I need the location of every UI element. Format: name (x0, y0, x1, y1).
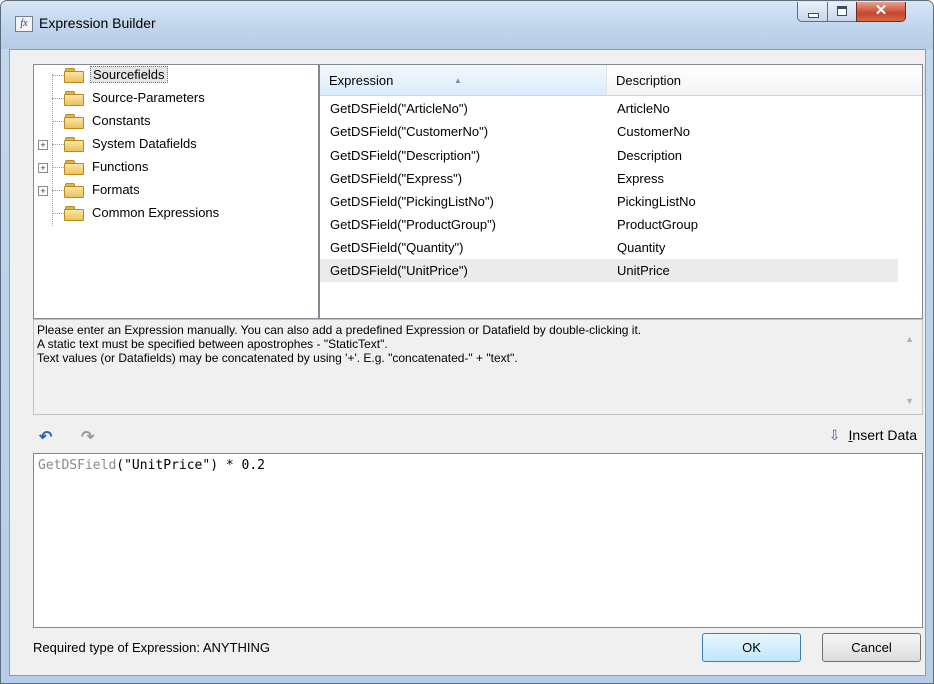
help-text-box: Please enter an Expression manually. You… (33, 319, 923, 415)
folder-icon (64, 183, 84, 198)
insert-data-button[interactable]: ⇩ Insert Data (829, 427, 917, 444)
cancel-button[interactable]: Cancel (822, 633, 921, 662)
description-cell: Express (617, 171, 664, 186)
tree-item-constants[interactable]: Constants (64, 111, 153, 131)
ok-button[interactable]: OK (702, 633, 801, 662)
description-cell: PickingListNo (617, 194, 696, 209)
minimize-icon (808, 13, 819, 18)
expression-function: GetDSField (38, 458, 117, 473)
tree-item-label: System Datafields (92, 136, 197, 151)
expression-cell: GetDSField("UnitPrice") (330, 263, 468, 278)
column-header-expression[interactable]: ▲ Expression (320, 65, 607, 95)
folder-icon (64, 137, 84, 152)
help-line: Please enter an Expression manually. You… (37, 323, 642, 337)
list-row[interactable]: GetDSField("CustomerNo") CustomerNo (320, 120, 898, 143)
dialog-body: Sourcefields Source-Parameters Constants… (9, 49, 926, 676)
tree-connector (52, 213, 64, 214)
expression-cell: GetDSField("Description") (330, 148, 481, 163)
window-title: Expression Builder (39, 15, 156, 31)
list-row-selected[interactable]: GetDSField("UnitPrice") UnitPrice (320, 259, 898, 282)
folder-icon (64, 206, 84, 221)
list-header: ▲ Expression Description (320, 65, 925, 96)
list-row[interactable]: GetDSField("PickingListNo") PickingListNo (320, 190, 898, 213)
tree-item-source-parameters[interactable]: Source-Parameters (64, 88, 207, 108)
help-text: Please enter an Expression manually. You… (37, 323, 897, 365)
expression-text: GetDSField("UnitPrice") * 0.2 (38, 458, 265, 473)
scroll-up-arrow-icon[interactable]: ▲ (905, 334, 914, 344)
undo-icon[interactable]: ↶ (39, 427, 52, 447)
tree-connector (52, 98, 64, 99)
tree-item-sourcefields[interactable]: Sourcefields (64, 65, 168, 85)
expression-cell: GetDSField("ArticleNo") (330, 101, 468, 116)
expression-cell: GetDSField("ProductGroup") (330, 217, 497, 232)
fx-icon: fx (15, 16, 33, 32)
expand-functions[interactable]: + (38, 163, 48, 173)
tree-item-label: Constants (92, 113, 151, 128)
description-cell: ProductGroup (617, 217, 698, 232)
tree-connector (52, 75, 64, 76)
sort-ascending-icon: ▲ (454, 76, 462, 85)
maximize-button[interactable] (827, 2, 857, 22)
expression-builder-window: fx Expression Builder ✕ Sourcefields Sou… (0, 0, 934, 684)
tree-connector (52, 144, 64, 145)
list-row[interactable]: GetDSField("ProductGroup") ProductGroup (320, 213, 898, 236)
tree-connector (52, 74, 53, 226)
insert-data-label: nsert Data (852, 427, 917, 443)
insert-arrow-icon: ⇩ (828, 427, 841, 443)
description-cell: UnitPrice (617, 263, 670, 278)
expand-formats[interactable]: + (38, 186, 48, 196)
folder-icon (64, 114, 84, 129)
column-header-description[interactable]: Description (607, 65, 925, 95)
tree-item-label: Functions (92, 159, 149, 174)
close-icon: ✕ (874, 2, 888, 19)
expression-cell: GetDSField("Express") (330, 171, 463, 186)
tree-item-label: Source-Parameters (92, 90, 205, 105)
tree-connector (52, 190, 64, 191)
column-header-label: Description (616, 73, 682, 88)
redo-icon[interactable]: ↷ (81, 427, 94, 447)
folder-icon (64, 68, 84, 83)
list-row[interactable]: GetDSField("Description") Description (320, 144, 898, 167)
help-line: Text values (or Datafields) may be conca… (37, 351, 518, 365)
category-tree[interactable]: Sourcefields Source-Parameters Constants… (33, 64, 319, 319)
list-row[interactable]: GetDSField("Express") Express (320, 167, 898, 190)
tree-item-label: Formats (92, 182, 140, 197)
description-cell: Description (617, 148, 683, 163)
column-header-label: Expression (329, 73, 394, 88)
editor-toolbar: ↶ ↷ ⇩ Insert Data (33, 423, 921, 449)
help-line: A static text must be specified between … (37, 337, 388, 351)
required-type-label: Required type of Expression: ANYTHING (33, 640, 270, 655)
minimize-button[interactable] (797, 2, 828, 22)
tree-item-label: Sourcefields (90, 66, 168, 83)
tree-item-label: Common Expressions (92, 205, 220, 220)
description-cell: CustomerNo (617, 124, 690, 139)
folder-icon (64, 160, 84, 175)
expression-editor[interactable]: GetDSField("UnitPrice") * 0.2 (33, 453, 923, 628)
tree-item-common-expressions[interactable]: Common Expressions (64, 203, 221, 223)
title-bar[interactable]: fx Expression Builder ✕ (1, 1, 933, 49)
scroll-down-arrow-icon[interactable]: ▼ (905, 396, 914, 406)
close-button[interactable]: ✕ (856, 2, 906, 22)
tree-item-formats[interactable]: Formats (64, 180, 142, 200)
expression-list[interactable]: ▲ Expression Description GetDSField("Art… (319, 64, 925, 319)
expression-cell: GetDSField("CustomerNo") (330, 124, 489, 139)
tree-item-system-datafields[interactable]: System Datafields (64, 134, 199, 154)
tree-connector (52, 121, 64, 122)
description-cell: ArticleNo (617, 101, 670, 116)
expression-args: ("UnitPrice") * 0.2 (116, 458, 265, 473)
expand-system-datafields[interactable]: + (38, 140, 48, 150)
description-cell: Quantity (617, 240, 666, 255)
expression-cell: GetDSField("PickingListNo") (330, 194, 494, 209)
tree-item-functions[interactable]: Functions (64, 157, 150, 177)
list-row[interactable]: GetDSField("ArticleNo") ArticleNo (320, 97, 898, 120)
list-row[interactable]: GetDSField("Quantity") Quantity (320, 236, 898, 259)
maximize-icon (837, 6, 847, 16)
expression-cell: GetDSField("Quantity") (330, 240, 464, 255)
tree-connector (52, 167, 64, 168)
folder-icon (64, 91, 84, 106)
